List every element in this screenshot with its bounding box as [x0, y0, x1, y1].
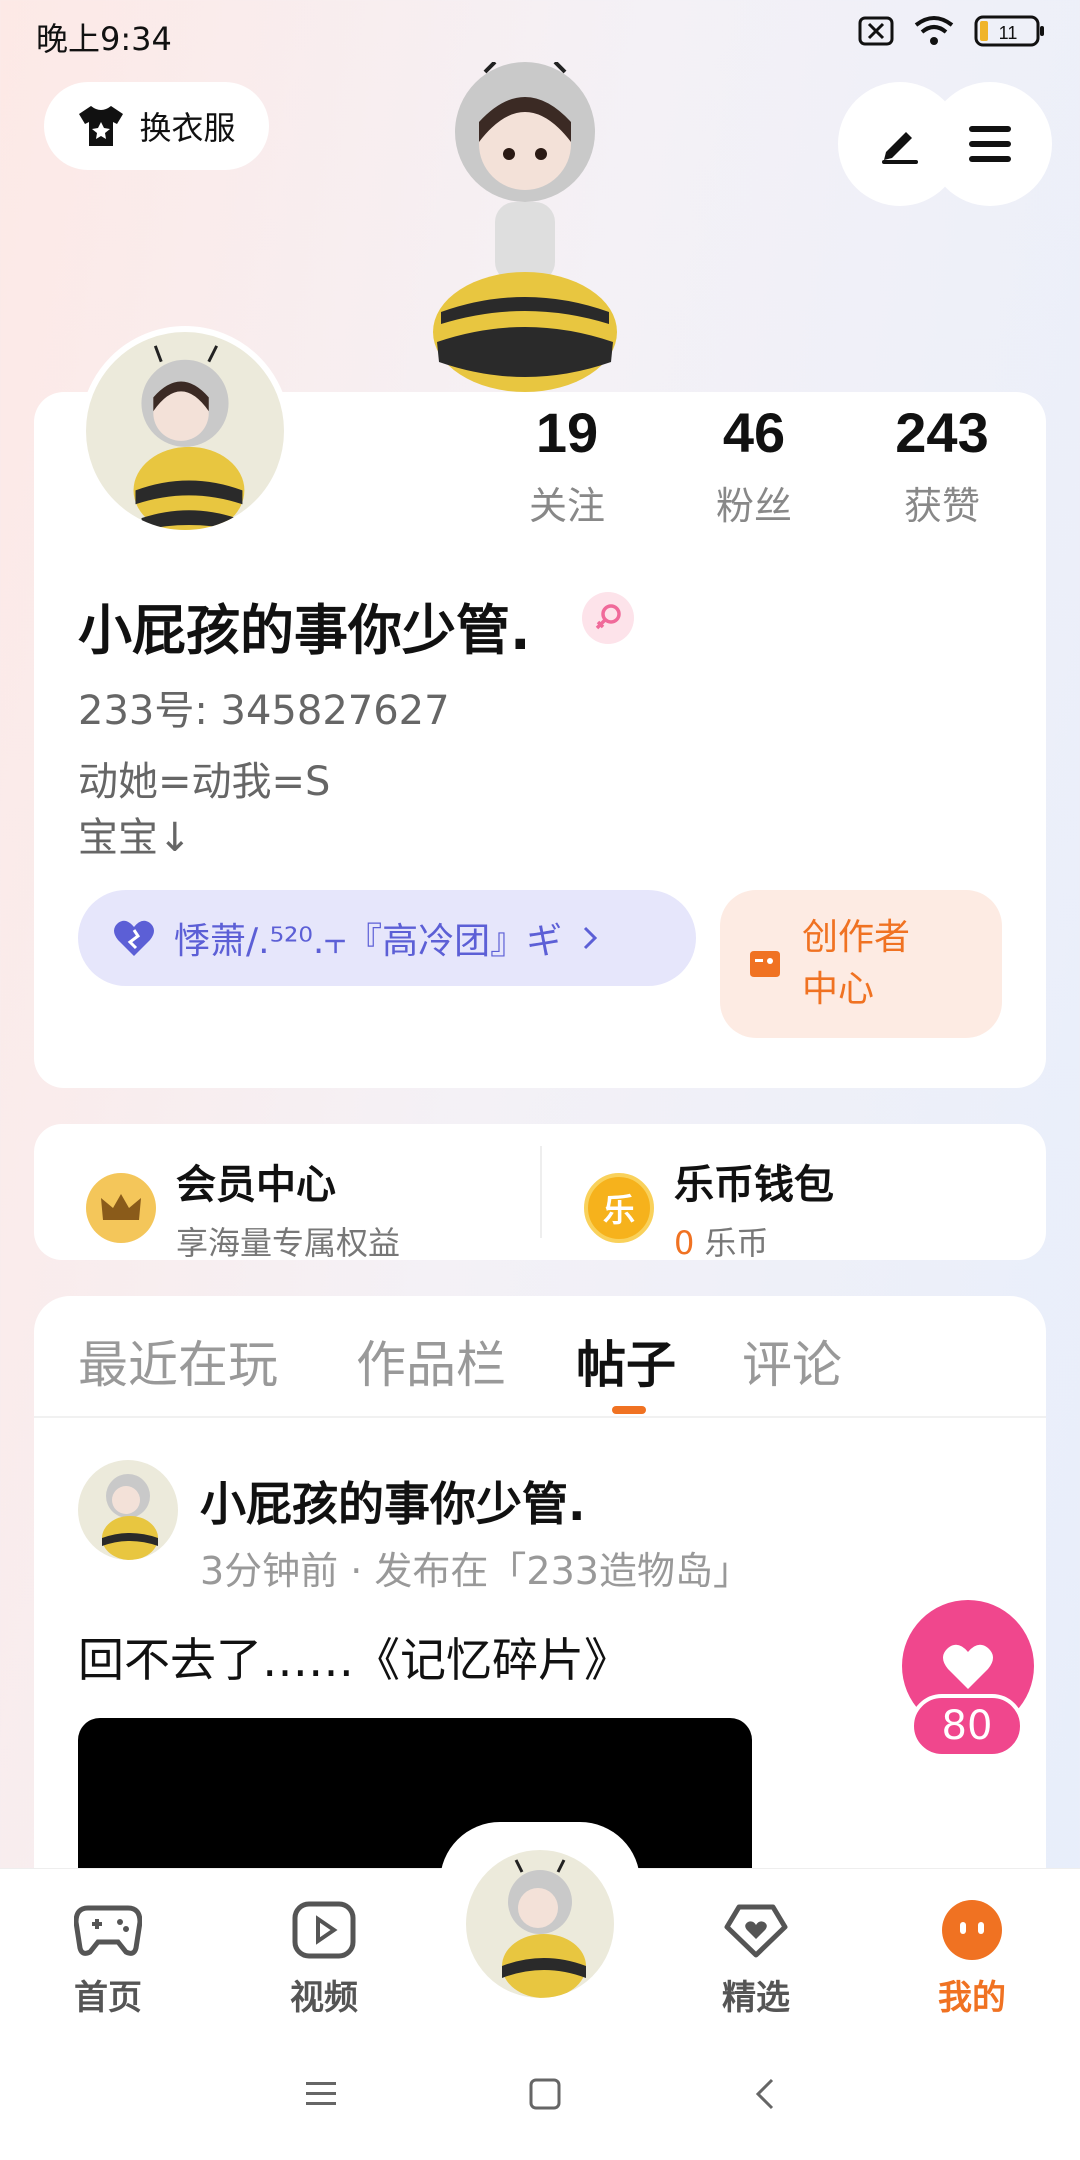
- heart-icon: [943, 1644, 993, 1689]
- user-id: 233号: 345827627: [78, 688, 450, 734]
- hamburger-icon: [969, 126, 1011, 162]
- change-outfit-label: 换衣服: [139, 109, 236, 147]
- system-nav-bar: [0, 2028, 1080, 2160]
- group-label: 悸萧/.⁵²⁰.⫟『高冷团』ギ: [174, 921, 563, 962]
- recent-apps-icon[interactable]: [304, 2079, 338, 2109]
- nav-mine[interactable]: 我的: [902, 1890, 1042, 2019]
- nav-video-label: 视频: [290, 1978, 358, 2018]
- creator-center-label: 创作者 中心: [802, 912, 910, 1016]
- stat-likes[interactable]: 243 获赞: [862, 400, 1022, 530]
- member-center[interactable]: 会员中心 享海量专属权益: [86, 1152, 400, 1264]
- tab-recent[interactable]: 最近在玩: [78, 1325, 278, 1397]
- stat-likes-label: 获赞: [903, 484, 980, 528]
- heart-icon: [114, 920, 154, 956]
- nav-featured-label: 精选: [722, 1978, 790, 2018]
- chevron-right-icon: [584, 926, 598, 950]
- tab-comments[interactable]: 评论: [742, 1325, 842, 1397]
- avatar-figure[interactable]: [425, 62, 625, 392]
- tab-works[interactable]: 作品栏: [356, 1325, 506, 1397]
- back-icon[interactable]: [752, 2076, 776, 2112]
- post-meta: 3分钟前 · 发布在「233造物岛」: [200, 1549, 751, 1593]
- stat-following-value: 19: [535, 401, 599, 464]
- menu-button[interactable]: [928, 82, 1052, 206]
- active-tab-indicator: [612, 1406, 646, 1414]
- post-author-avatar[interactable]: [78, 1460, 178, 1560]
- heart-box-icon: [724, 1904, 788, 1958]
- member-subtitle: 享海量专属权益: [176, 1224, 401, 1262]
- nav-center-avatar[interactable]: [462, 1846, 618, 2002]
- creator-center-button[interactable]: 创作者 中心: [720, 890, 1002, 1038]
- gamepad-small-icon: [750, 951, 780, 977]
- creator-line-2: 中心: [802, 969, 875, 1010]
- creator-line-1: 创作者: [802, 917, 911, 958]
- profile-avatar[interactable]: [80, 326, 290, 536]
- smile-icon: [942, 1900, 1002, 1960]
- wallet[interactable]: 乐 乐币钱包 0 乐币: [584, 1152, 834, 1264]
- tabs-divider: [34, 1416, 1046, 1418]
- stat-following-label: 关注: [528, 484, 605, 528]
- bio: 动她=动我=S 宝宝↓: [78, 754, 330, 866]
- status-time: 晚上9:34: [36, 20, 172, 58]
- divider-vertical: [540, 1146, 542, 1238]
- gamepad-icon: [74, 1905, 142, 1956]
- stat-fans[interactable]: 46 粉丝: [674, 400, 834, 530]
- stat-fans-label: 粉丝: [715, 484, 792, 528]
- bio-line-1: 动她=动我=S: [78, 759, 331, 805]
- status-icons: 11: [858, 14, 1046, 48]
- sim-off-icon: [858, 16, 894, 46]
- stat-following[interactable]: 19 关注: [487, 400, 647, 530]
- like-count: 80: [910, 1694, 1024, 1758]
- group-link[interactable]: 悸萧/.⁵²⁰.⫟『高冷团』ギ: [78, 890, 696, 986]
- coin-icon: 乐: [584, 1173, 654, 1243]
- nav-home-label: 首页: [74, 1978, 142, 2018]
- member-title: 会员中心: [176, 1162, 336, 1208]
- wallet-amount: 0: [674, 1224, 695, 1262]
- home-icon[interactable]: [528, 2077, 562, 2111]
- avatar-image: [133, 345, 245, 530]
- play-icon: [292, 1901, 356, 1959]
- bio-line-2: 宝宝↓: [78, 815, 192, 861]
- wifi-icon: [914, 16, 954, 45]
- username: 小屁孩的事你少管.: [78, 599, 531, 662]
- nav-video[interactable]: 视频: [254, 1890, 394, 2019]
- tab-posts[interactable]: 帖子: [576, 1325, 676, 1397]
- change-outfit-button[interactable]: 换衣服: [44, 82, 269, 170]
- crown-icon: [86, 1173, 156, 1243]
- post-author-name[interactable]: 小屁孩的事你少管.: [200, 1468, 585, 1534]
- nav-featured[interactable]: 精选: [686, 1890, 826, 2019]
- pen-icon: [882, 132, 918, 164]
- svg-text:11: 11: [999, 23, 1018, 43]
- wallet-unit: 乐币: [704, 1224, 769, 1262]
- nav-mine-label: 我的: [938, 1978, 1006, 2018]
- stat-likes-value: 243: [895, 401, 989, 464]
- wallet-title: 乐币钱包: [674, 1162, 834, 1208]
- female-icon: [582, 592, 634, 644]
- post-text[interactable]: 回不去了……《记忆碎片》: [78, 1624, 630, 1690]
- nav-home[interactable]: 首页: [38, 1890, 178, 2019]
- shirt-icon: [79, 106, 124, 146]
- battery-icon: 11: [974, 15, 1044, 47]
- stat-fans-value: 46: [722, 401, 786, 464]
